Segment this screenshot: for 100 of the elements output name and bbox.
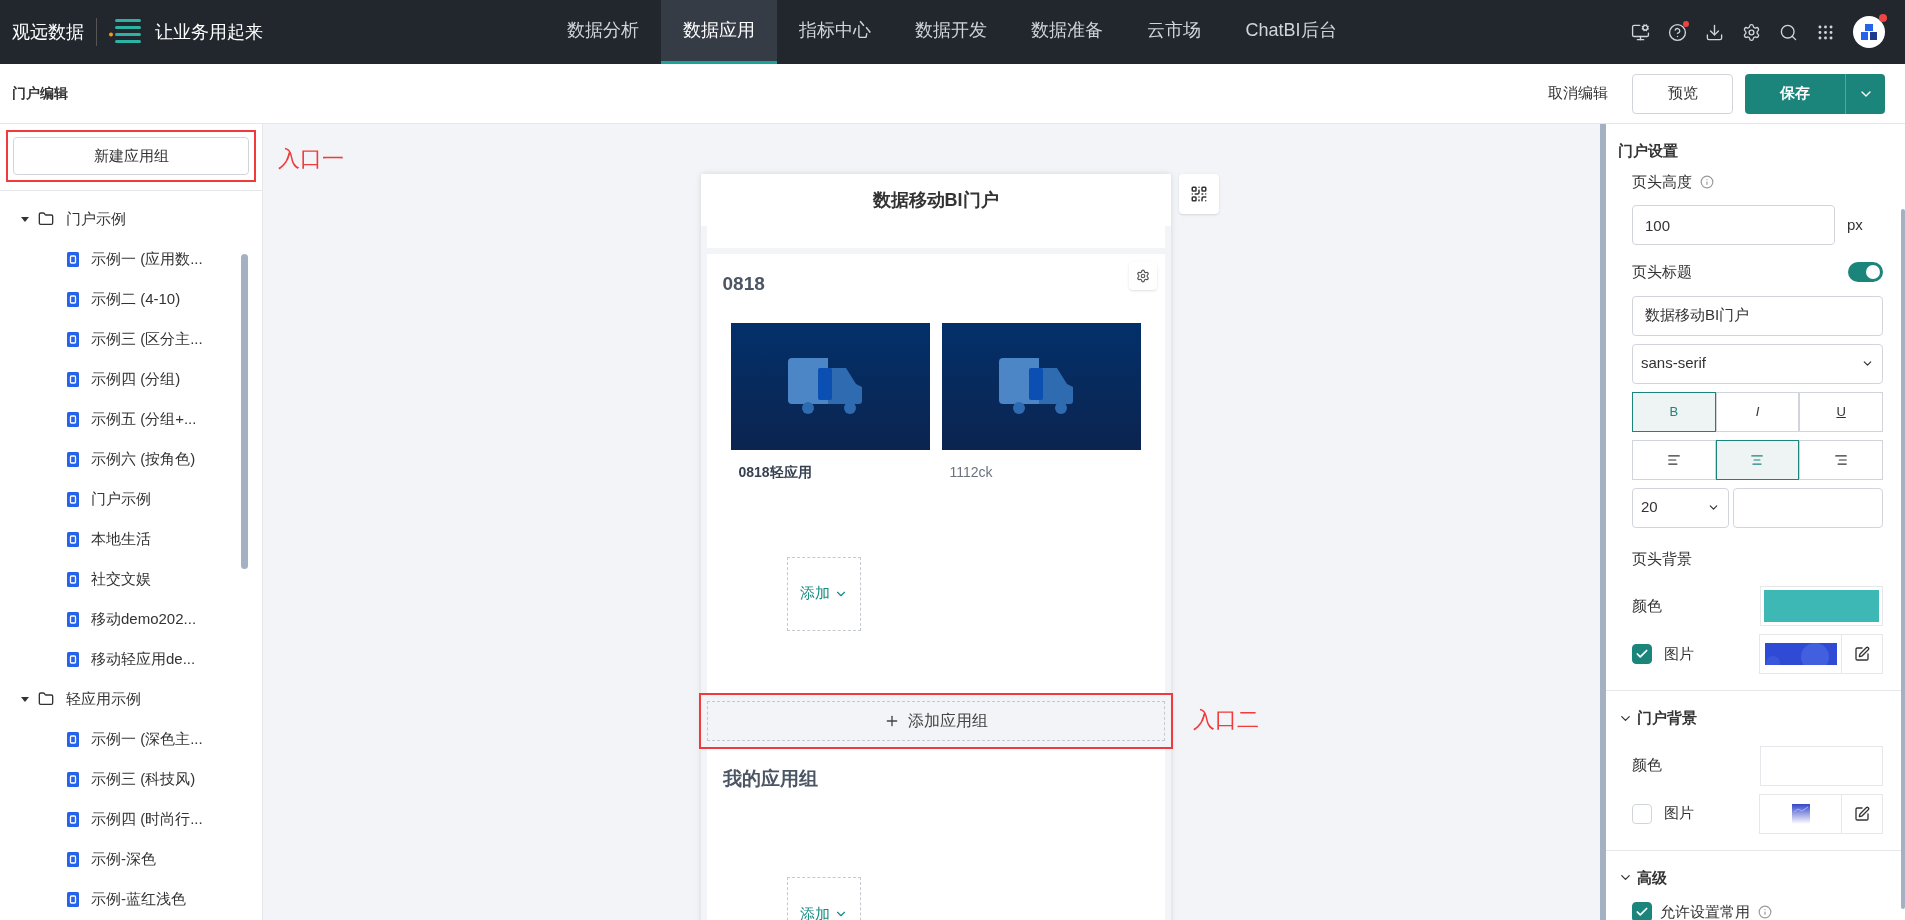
checkbox[interactable]: [1632, 644, 1652, 664]
checkbox[interactable]: [1632, 902, 1652, 920]
app-name: 0818轻应用: [737, 462, 813, 482]
cancel-edit-button[interactable]: 取消编辑: [1548, 82, 1608, 105]
text-style-button[interactable]: U: [1799, 391, 1883, 432]
item-label: 示例五 (分组+...: [91, 408, 197, 429]
item-label: 示例一 (深色主...: [91, 728, 203, 749]
tree-item[interactable]: 本地生活: [0, 519, 262, 559]
section-header[interactable]: 高级: [1618, 866, 1893, 889]
nav-tab[interactable]: 数据准备: [1009, 0, 1126, 64]
image-picker[interactable]: [1759, 793, 1883, 834]
document-icon: [67, 371, 79, 387]
document-icon: [67, 891, 79, 907]
folder-icon: [38, 691, 54, 707]
document-icon: [67, 731, 79, 747]
text-style-button[interactable]: B: [1632, 391, 1716, 432]
tree-item[interactable]: 示例四 (分组): [0, 359, 262, 399]
tree-item[interactable]: 示例六 (按角色): [0, 439, 262, 479]
font-select[interactable]: sans-serif: [1632, 343, 1883, 384]
nav-tab[interactable]: 数据应用: [661, 0, 778, 64]
qr-code-button[interactable]: [1178, 174, 1219, 214]
tree-item[interactable]: 示例三 (科技风): [0, 759, 262, 799]
unit-label: px: [1847, 214, 1863, 235]
tree-item[interactable]: 示例三 (区分主...: [0, 319, 262, 359]
expand-caret-icon: [20, 214, 30, 224]
annotation-label: 入口二: [1192, 705, 1259, 734]
info-icon: [1758, 905, 1772, 920]
add-app-button[interactable]: 添加: [786, 556, 861, 631]
settings-icon[interactable]: [1742, 22, 1761, 42]
add-app-button[interactable]: 添加: [786, 877, 861, 920]
tree-item[interactable]: 门户示例: [0, 479, 262, 519]
portal-title: 数据移动BI门户: [872, 188, 999, 212]
document-icon: [67, 491, 79, 507]
app-thumbnail[interactable]: [730, 322, 930, 450]
app-thumbnail[interactable]: [941, 322, 1141, 450]
tree-folder[interactable]: 门户示例: [0, 199, 262, 239]
help-icon[interactable]: [1668, 22, 1687, 42]
tree-item[interactable]: 示例四 (时尚行...: [0, 799, 262, 839]
add-group-button[interactable]: 添加应用组: [706, 700, 1165, 741]
item-label: 移动demo202...: [91, 608, 197, 629]
tree-item[interactable]: 示例五 (分组+...: [0, 399, 262, 439]
nav-tab[interactable]: 云市场: [1125, 0, 1224, 64]
nav-tab[interactable]: 指标中心: [777, 0, 894, 64]
header-height-field[interactable]: 100: [1632, 205, 1835, 245]
document-icon: [67, 291, 79, 307]
save-options-button[interactable]: [1845, 73, 1885, 114]
image-picker[interactable]: [1759, 634, 1883, 674]
document-icon: [67, 611, 79, 627]
slogan: 让业务用起来: [155, 20, 263, 44]
avatar-button[interactable]: [1853, 16, 1885, 48]
tree-item[interactable]: 移动demo202...: [0, 599, 262, 639]
tree-item[interactable]: 移动轻应用de...: [0, 639, 262, 679]
section-header[interactable]: 门户背景: [1618, 707, 1893, 730]
document-icon: [67, 331, 79, 347]
field-label: 颜色: [1632, 595, 1662, 616]
field-label: 图片: [1664, 643, 1694, 664]
new-group-button[interactable]: 新建应用组: [13, 137, 249, 175]
tree-item[interactable]: 示例-蓝红浅色: [0, 879, 262, 919]
tree-item[interactable]: 示例二 (4-10): [0, 279, 262, 319]
tree-item[interactable]: 示例一 (深色主...: [0, 719, 262, 759]
color-swatch[interactable]: [1760, 745, 1883, 786]
document-icon: [67, 771, 79, 787]
document-icon: [67, 531, 79, 547]
monitor-icon[interactable]: [1631, 22, 1650, 42]
apps-grid-icon[interactable]: [1816, 22, 1835, 42]
field-label: 页头高度: [1632, 171, 1692, 192]
align-center-button[interactable]: [1715, 439, 1800, 480]
folder-label: 门户示例: [66, 208, 126, 229]
field-label: 颜色: [1632, 755, 1662, 776]
tree-item[interactable]: 示例-深色: [0, 839, 262, 879]
group-settings-button[interactable]: [1128, 262, 1157, 290]
tree-item[interactable]: 示例一 (应用数...: [0, 239, 262, 279]
tree-item[interactable]: 社交文娱: [0, 559, 262, 599]
group-title: 0818: [721, 272, 766, 296]
text-style-button[interactable]: I: [1715, 391, 1800, 432]
tree-folder[interactable]: 轻应用示例: [0, 679, 262, 719]
search-icon[interactable]: [1779, 22, 1798, 42]
preview-button[interactable]: 预览: [1632, 73, 1733, 114]
expand-caret-icon: [20, 694, 30, 704]
nav-tab[interactable]: 数据开发: [893, 0, 1010, 64]
nav-tab[interactable]: ChatBI后台: [1223, 0, 1359, 64]
font-size-select[interactable]: 20: [1632, 487, 1729, 528]
item-label: 示例三 (科技风): [91, 768, 196, 789]
color-swatch[interactable]: [1760, 586, 1883, 626]
header-title-field[interactable]: 数据移动BI门户: [1632, 295, 1883, 336]
folder-label: 轻应用示例: [66, 688, 141, 709]
align-center-icon: [1750, 452, 1765, 467]
item-label: 示例四 (分组): [91, 368, 181, 389]
header-title-toggle[interactable]: [1848, 262, 1883, 283]
save-button[interactable]: 保存: [1745, 73, 1845, 114]
gear-icon: [1135, 269, 1150, 283]
section-title: 门户背景: [1637, 708, 1697, 728]
nav-tab[interactable]: 数据分析: [545, 0, 662, 64]
document-icon: [67, 851, 79, 867]
download-icon[interactable]: [1705, 22, 1724, 42]
document-icon: [67, 451, 79, 467]
field-label: 图片: [1664, 803, 1694, 824]
font-color-field[interactable]: [1733, 487, 1883, 528]
item-label: 移动轻应用de...: [91, 648, 196, 669]
align-right-icon: [1834, 452, 1849, 467]
